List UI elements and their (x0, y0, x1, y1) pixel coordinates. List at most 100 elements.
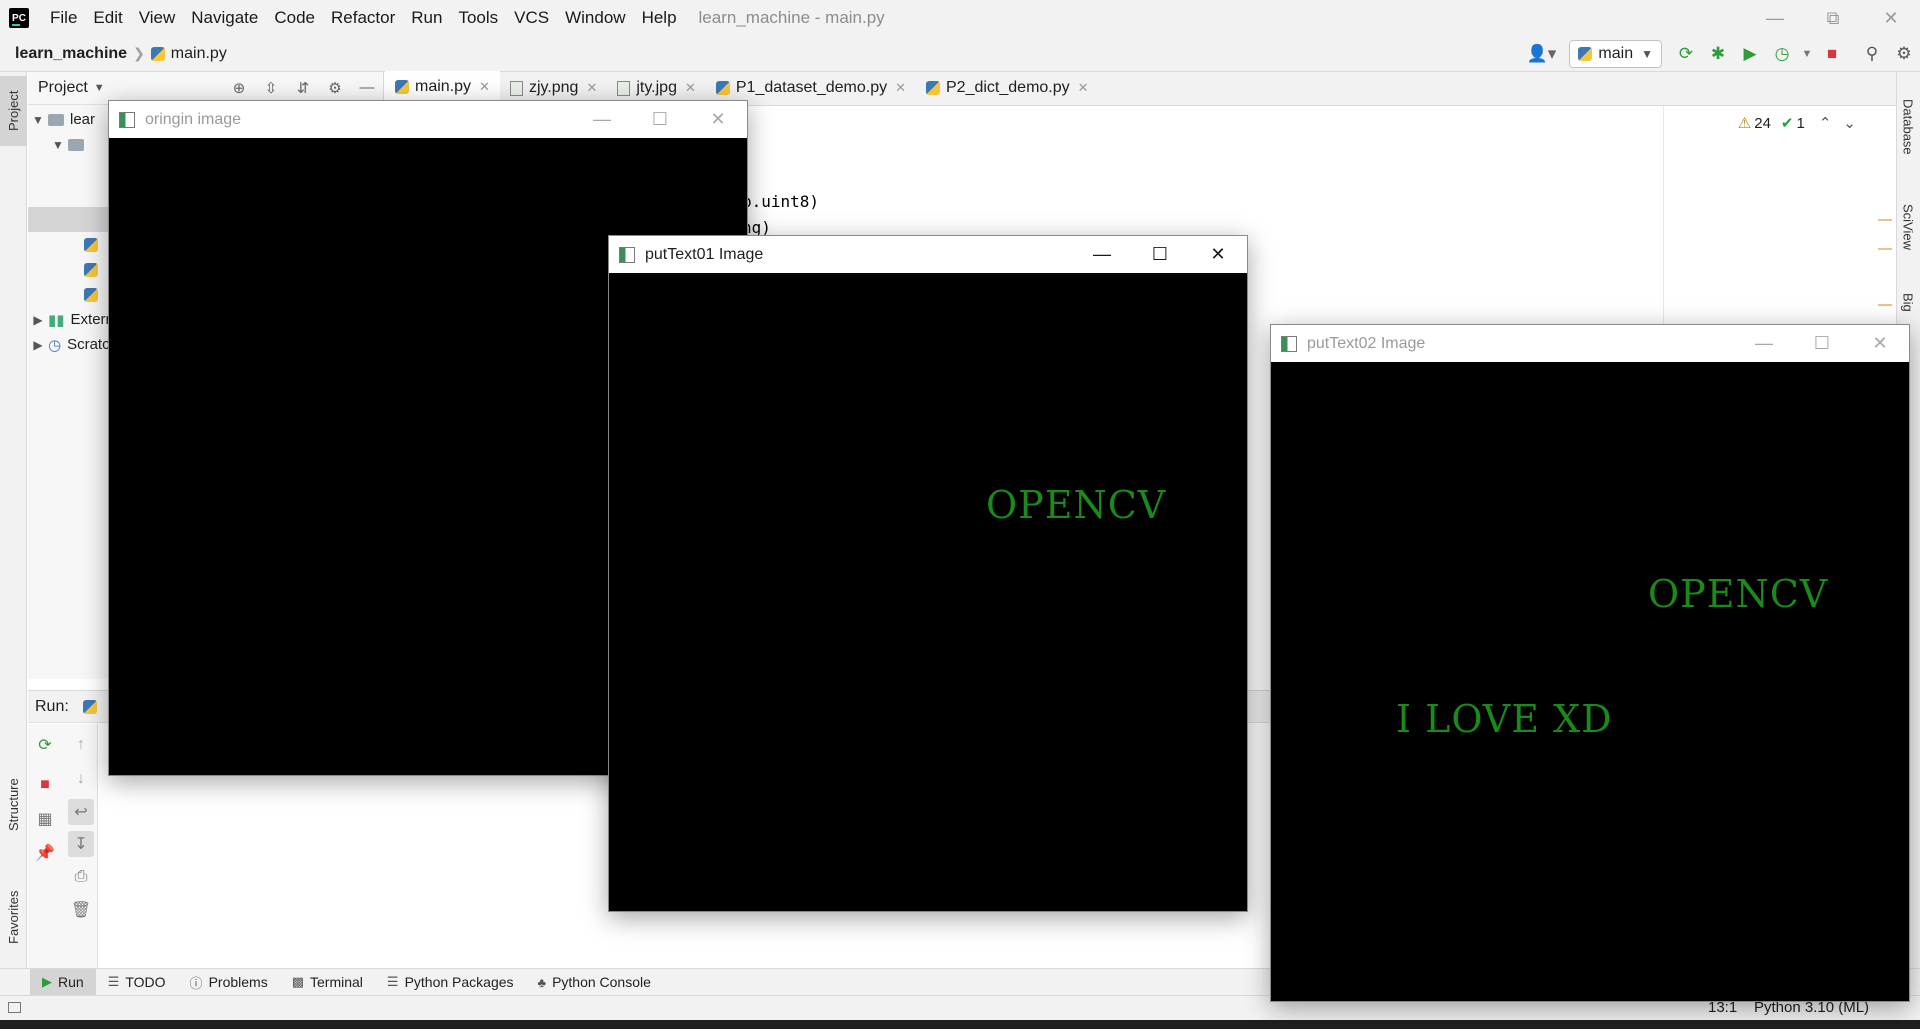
close-tab-icon[interactable]: ✕ (895, 80, 906, 96)
error-stripe-marker[interactable] (1878, 304, 1892, 306)
run-config-select[interactable]: main ▼ (1569, 40, 1662, 68)
ide-window-controls: — ⧉ ✕ (1746, 0, 1920, 36)
run-toolbar: ⟳ ■ ▦ 📌 ↑ ↓ ↩ ↧ ⎙ 🗑 (28, 724, 98, 969)
expand-arrow-icon[interactable]: ▼ (28, 113, 48, 127)
minimize-icon[interactable]: — (1735, 325, 1793, 362)
maximize-icon[interactable]: ☐ (1131, 236, 1189, 273)
tab-label: zjy.png (528, 79, 579, 96)
gear-icon[interactable]: ⚙ (319, 79, 351, 97)
stop-icon[interactable]: ■ (32, 772, 58, 798)
more-run-icon[interactable]: ▼ (1798, 36, 1816, 72)
menu-refactor[interactable]: Refactor (323, 0, 403, 36)
menu-file[interactable]: File (42, 0, 85, 36)
rerun-icon[interactable]: ⟳ (32, 732, 58, 758)
tab-label: P2_dict_demo.py (946, 79, 1070, 96)
tab-run[interactable]: ▶ Run (30, 968, 96, 996)
menu-edit[interactable]: Edit (85, 0, 130, 36)
window-title-bar[interactable]: putText01 Image — ☐ ✕ (609, 236, 1247, 273)
trash-icon[interactable]: 🗑 (68, 897, 94, 923)
menu-run[interactable]: Run (403, 0, 450, 36)
restore-icon[interactable]: ⧉ (1804, 0, 1862, 36)
menu-vcs[interactable]: VCS (506, 0, 557, 36)
tab-python-console[interactable]: ♣ Python Console (526, 969, 663, 996)
coverage-icon[interactable]: ▶ (1734, 36, 1766, 72)
debug-icon[interactable]: ✱ (1702, 36, 1734, 72)
stop-icon[interactable]: ■ (1816, 36, 1848, 72)
maximize-icon[interactable]: ☐ (631, 101, 689, 138)
error-stripe-marker[interactable] (1878, 219, 1892, 221)
tab-database[interactable]: Database (1896, 82, 1920, 172)
close-tab-icon[interactable]: ✕ (479, 79, 490, 95)
menu-window[interactable]: Window (557, 0, 633, 36)
rerun-icon[interactable]: ⟳ (1670, 36, 1702, 72)
tab-big-data[interactable]: Big (1896, 282, 1920, 322)
profile-icon[interactable]: ◷ (1766, 36, 1798, 72)
pin-icon[interactable]: 📌 (32, 840, 58, 866)
soft-wrap-icon[interactable]: ↩ (68, 799, 94, 825)
tab-favorites[interactable]: Favorites (0, 872, 27, 962)
tab-label: Problems (208, 974, 268, 990)
settings-icon[interactable]: ⚙ (1888, 36, 1920, 72)
tab-p2-dict-demo[interactable]: P2_dict_demo.py ✕ (916, 71, 1099, 105)
inspection-widget[interactable]: ⚠ 24 ✔ 1 ⌃ ⌄ (1738, 114, 1856, 133)
scroll-to-end-icon[interactable]: ↧ (68, 831, 94, 857)
menu-code[interactable]: Code (266, 0, 323, 36)
expand-arrow-icon[interactable]: ▶ (28, 338, 48, 352)
close-tab-icon[interactable]: ✕ (1078, 80, 1089, 96)
scroll-up-icon[interactable]: ↑ (68, 732, 94, 758)
print-icon[interactable]: ⎙ (68, 864, 94, 890)
layout-icon[interactable]: ▦ (32, 806, 58, 832)
user-icon[interactable]: 👤▾ (1521, 36, 1561, 72)
close-icon[interactable]: ✕ (1189, 236, 1247, 273)
minimize-icon[interactable]: — (1746, 0, 1804, 36)
window-puttext02-image[interactable]: putText02 Image — ☐ ✕ OPENCV I LOVE XD (1270, 324, 1910, 1002)
menu-help[interactable]: Help (634, 0, 685, 36)
breadcrumb-project[interactable]: learn_machine (0, 45, 127, 63)
python-run-tab-icon[interactable] (82, 699, 97, 714)
navigation-bar: learn_machine ❯ main.py 👤▾ main ▼ ⟳ ✱ ▶ … (0, 36, 1920, 72)
python-file-icon (84, 287, 98, 302)
close-tab-icon[interactable]: ✕ (586, 80, 597, 96)
close-tab-icon[interactable]: ✕ (685, 80, 696, 96)
tab-structure[interactable]: Structure (0, 762, 27, 847)
folder-icon (48, 113, 64, 126)
tab-label: TODO (125, 974, 166, 990)
maximize-icon[interactable]: ☐ (1793, 325, 1851, 362)
error-stripe-marker[interactable] (1878, 248, 1892, 250)
rendered-text: OPENCV (1648, 572, 1829, 616)
expand-arrow-icon[interactable]: ▶ (28, 313, 48, 327)
tab-label: P1_dataset_demo.py (735, 79, 888, 96)
menu-view[interactable]: View (131, 0, 184, 36)
chevron-down-icon[interactable]: ▼ (94, 82, 105, 94)
expand-arrow-icon[interactable]: ▼ (48, 138, 68, 152)
close-icon[interactable]: ✕ (1862, 0, 1920, 36)
menu-tools[interactable]: Tools (450, 0, 506, 36)
tab-todo[interactable]: ☰ TODO (96, 969, 178, 996)
window-puttext01-image[interactable]: putText01 Image — ☐ ✕ OPENCV (608, 235, 1248, 912)
tab-python-packages[interactable]: ☰ Python Packages (375, 969, 526, 996)
project-panel-title[interactable]: Project (38, 79, 88, 97)
tab-project[interactable]: Project (0, 76, 27, 146)
window-title-bar[interactable]: oringin image — ☐ ✕ (109, 101, 747, 138)
locate-icon[interactable]: ⊕ (223, 79, 255, 97)
minimize-icon[interactable]: — (573, 101, 631, 138)
image-canvas: OPENCV I LOVE XD (1271, 362, 1909, 1001)
scroll-down-icon[interactable]: ↓ (68, 766, 94, 792)
tab-problems[interactable]: ⓘ Problems (178, 969, 280, 996)
hide-icon[interactable]: — (351, 79, 383, 97)
tab-sciview[interactable]: SciView (1896, 187, 1920, 267)
next-highlight-icon[interactable]: ⌄ (1843, 114, 1856, 132)
expand-all-icon[interactable]: ⇳ (255, 79, 287, 97)
folder-icon (68, 138, 84, 151)
collapse-all-icon[interactable]: ⇵ (287, 79, 319, 97)
search-icon[interactable]: ⚲ (1856, 36, 1888, 72)
prev-highlight-icon[interactable]: ⌃ (1819, 114, 1832, 132)
tab-terminal[interactable]: ▩ Terminal (280, 969, 375, 996)
close-icon[interactable]: ✕ (1851, 325, 1909, 362)
close-icon[interactable]: ✕ (689, 101, 747, 138)
window-title-bar[interactable]: putText02 Image — ☐ ✕ (1271, 325, 1909, 362)
breadcrumb-file[interactable]: main.py (150, 45, 227, 63)
toggle-tool-windows-icon[interactable] (8, 1002, 21, 1013)
menu-navigate[interactable]: Navigate (183, 0, 266, 36)
minimize-icon[interactable]: — (1073, 236, 1131, 273)
